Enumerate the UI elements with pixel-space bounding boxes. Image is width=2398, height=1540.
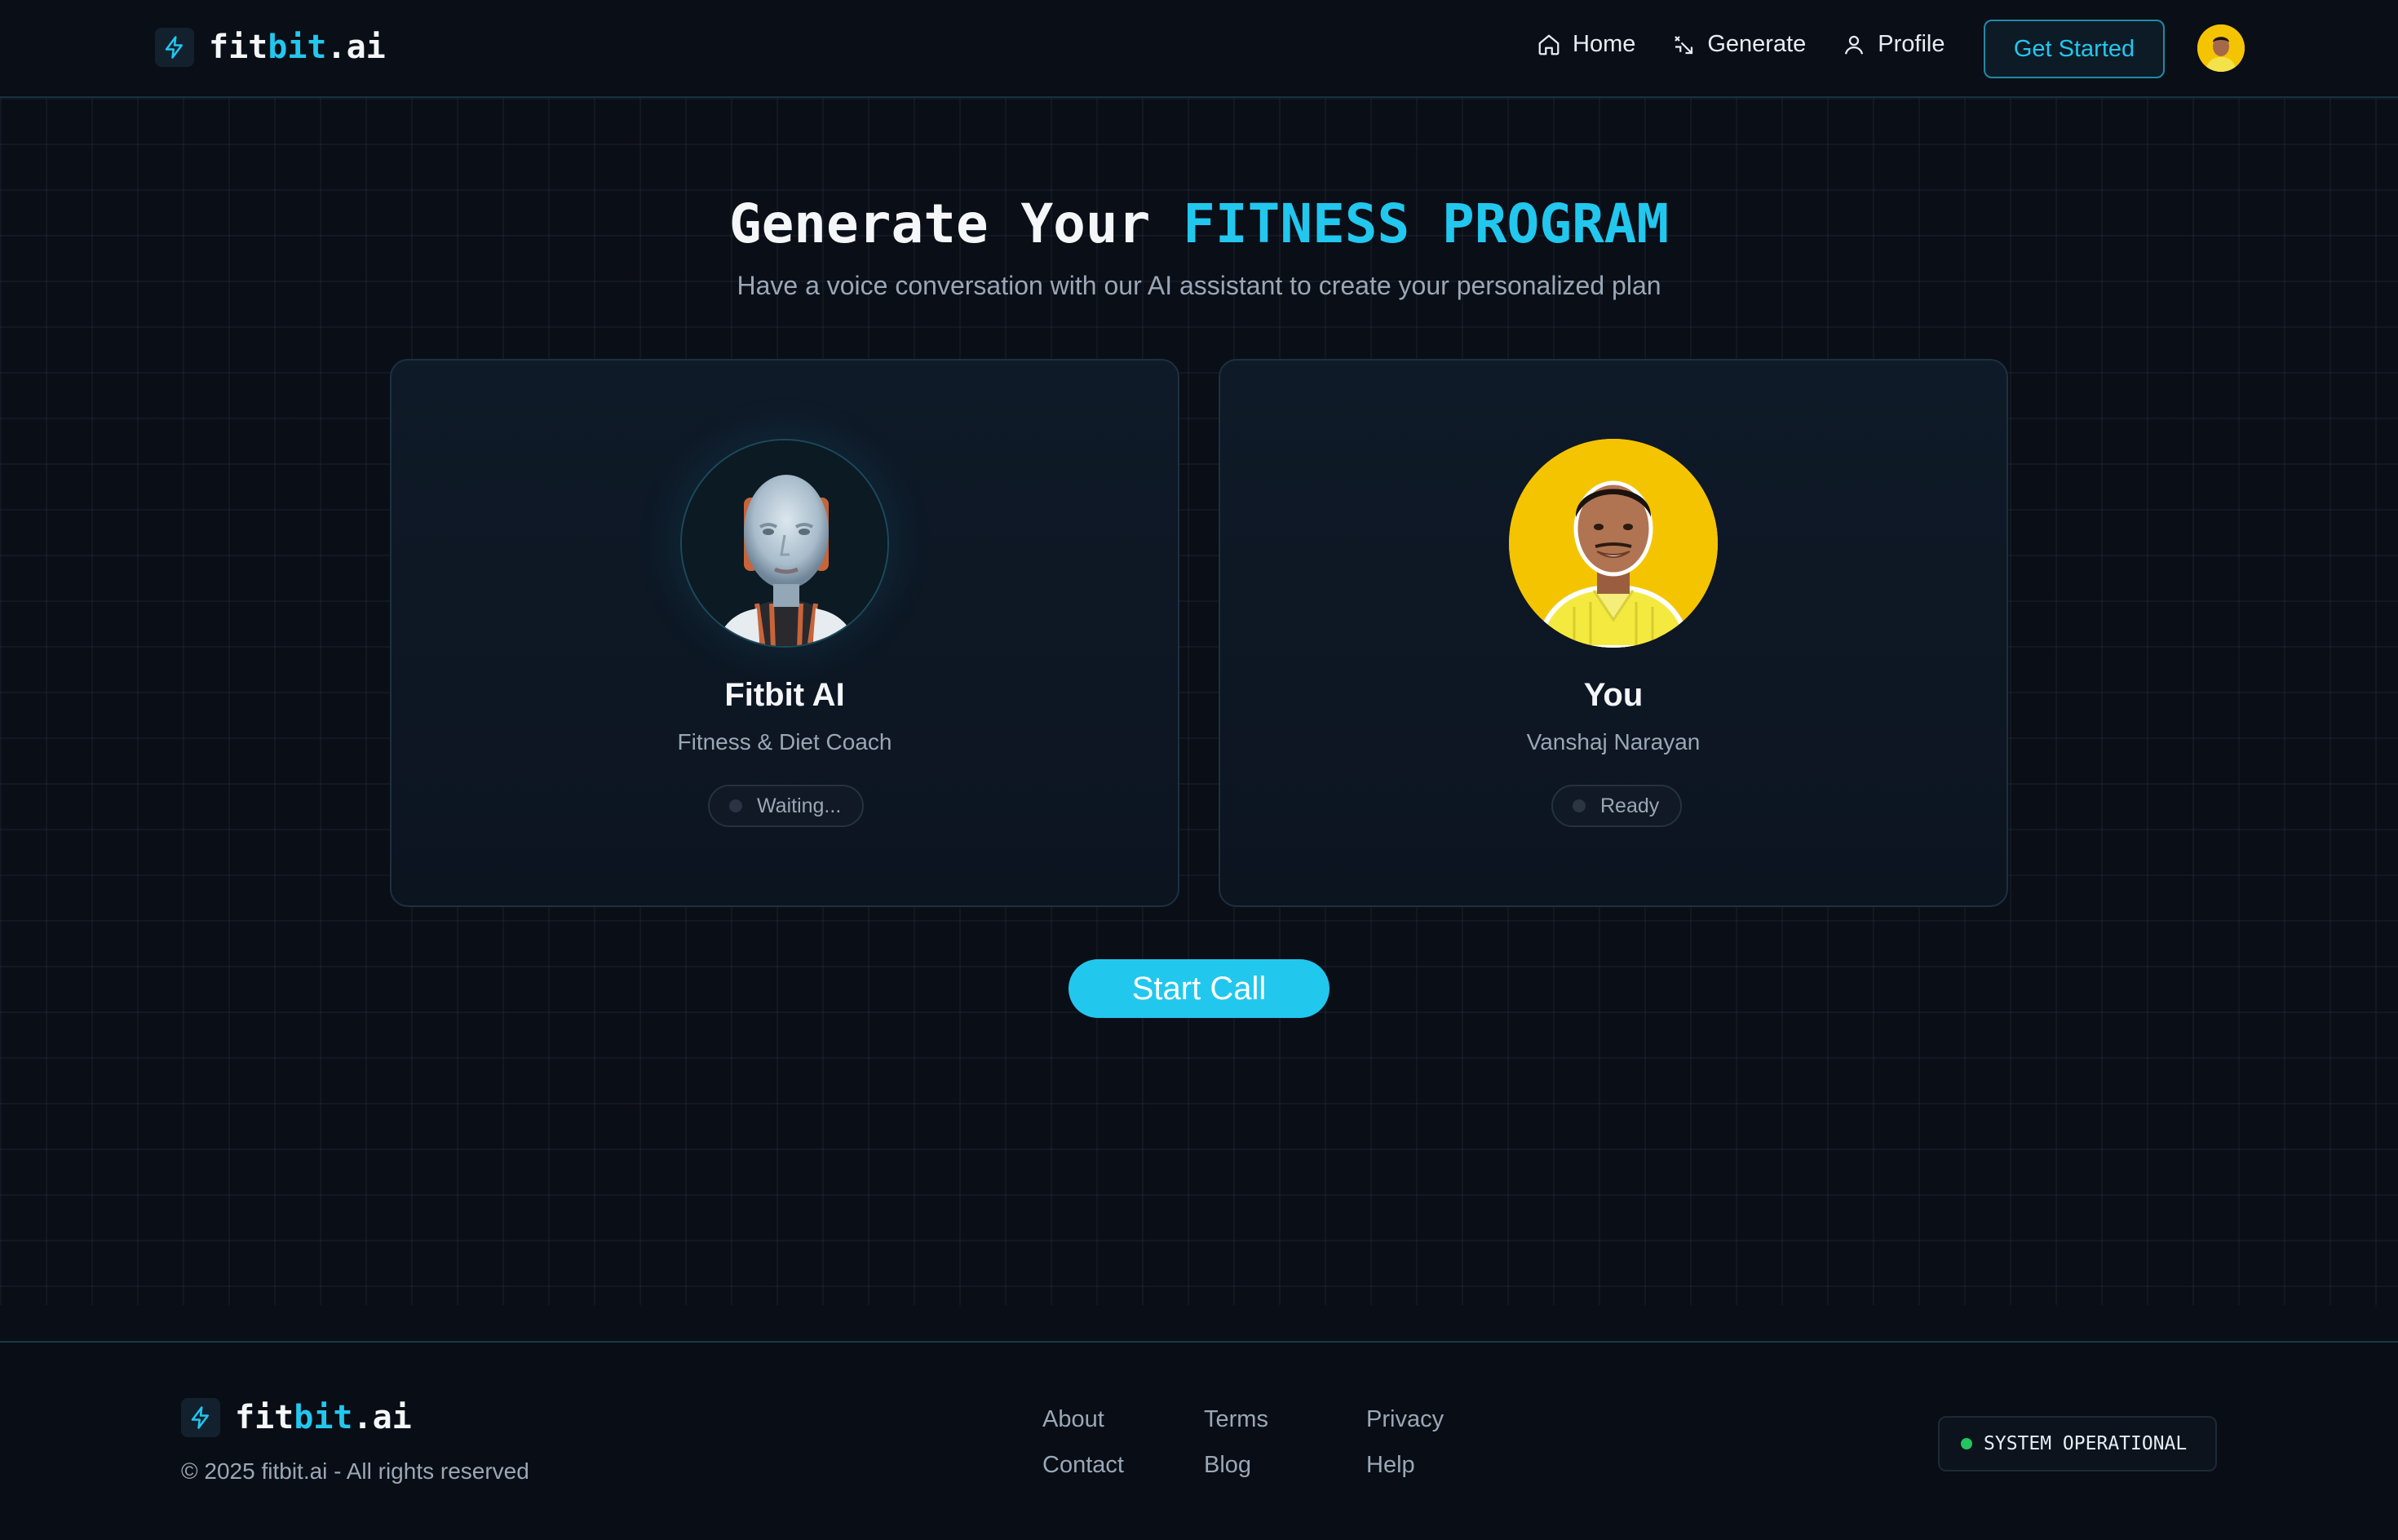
nav-generate-link[interactable]: Generate bbox=[1671, 31, 1806, 58]
ai-status-badge: Waiting... bbox=[708, 785, 865, 827]
user-status-text: Ready bbox=[1600, 794, 1660, 817]
user-name: You bbox=[1583, 677, 1644, 713]
generate-icon bbox=[1675, 35, 1693, 54]
footer-link-contact[interactable]: Contact bbox=[1042, 1452, 1124, 1479]
start-call-button[interactable]: Start Call bbox=[1068, 959, 1330, 1018]
user-avatar[interactable] bbox=[2197, 24, 2245, 72]
nav-generate-label: Generate bbox=[1707, 31, 1807, 57]
home-icon bbox=[1538, 34, 1560, 55]
bolt-icon bbox=[155, 28, 194, 67]
footer-link-blog[interactable]: Blog bbox=[1204, 1452, 1251, 1479]
ai-assistant-card: Fitbit AI Fitness & Diet Coach Waiting..… bbox=[390, 359, 1179, 907]
footer-link-help[interactable]: Help bbox=[1366, 1452, 1415, 1479]
copyright-text: © 2025 fitbit.ai - All rights reserved bbox=[181, 1458, 529, 1484]
status-dot-icon bbox=[1961, 1438, 1972, 1449]
footer-link-privacy[interactable]: Privacy bbox=[1366, 1406, 1444, 1433]
footer-logo[interactable]: fitbit.ai bbox=[181, 1398, 412, 1437]
get-started-button[interactable]: Get Started bbox=[1984, 20, 2165, 78]
page-title: Generate Your FITNESS PROGRAM bbox=[728, 192, 1670, 255]
nav-home-link[interactable]: Home bbox=[1537, 31, 1635, 58]
top-navbar: fitbit.ai Home Generate Profile Get Star… bbox=[0, 0, 2398, 98]
footer-link-terms[interactable]: Terms bbox=[1204, 1406, 1268, 1433]
user-card: You Vanshaj Narayan Ready bbox=[1219, 359, 2008, 907]
user-icon bbox=[1845, 35, 1864, 55]
system-status-text: SYSTEM OPERATIONAL bbox=[1984, 1433, 2188, 1454]
footer-link-about[interactable]: About bbox=[1042, 1406, 1104, 1433]
logo-text: fitbit.ai bbox=[209, 29, 386, 66]
ai-status-text: Waiting... bbox=[757, 794, 842, 817]
footer-logo-text: fitbit.ai bbox=[235, 1399, 412, 1436]
nav-home-label: Home bbox=[1573, 31, 1636, 57]
system-status-badge: SYSTEM OPERATIONAL bbox=[1938, 1416, 2217, 1471]
user-status-badge: Ready bbox=[1551, 785, 1683, 827]
status-dot-icon bbox=[729, 799, 742, 812]
header-logo[interactable]: fitbit.ai bbox=[155, 28, 386, 67]
user-card-avatar bbox=[1509, 439, 1718, 648]
nav-profile-link[interactable]: Profile bbox=[1842, 31, 1945, 58]
bolt-icon bbox=[181, 1398, 220, 1437]
page-subtitle: Have a voice conversation with our AI as… bbox=[737, 271, 1661, 300]
ai-avatar bbox=[680, 439, 889, 648]
status-dot-icon bbox=[1573, 799, 1586, 812]
nav-profile-label: Profile bbox=[1878, 31, 1945, 57]
user-full-name: Vanshaj Narayan bbox=[1526, 729, 1701, 755]
footer: fitbit.ai © 2025 fitbit.ai - All rights … bbox=[0, 1341, 2398, 1540]
ai-role: Fitness & Diet Coach bbox=[677, 729, 892, 755]
nav-links: Home Generate Profile bbox=[1537, 31, 1980, 58]
ai-name: Fitbit AI bbox=[724, 677, 845, 713]
